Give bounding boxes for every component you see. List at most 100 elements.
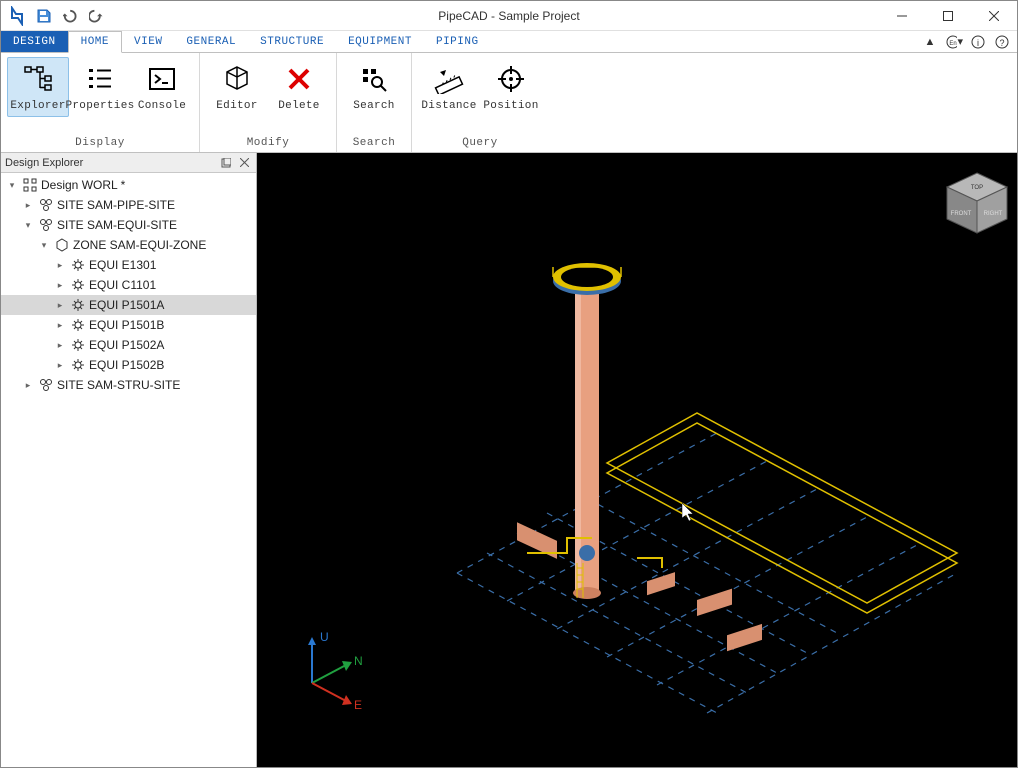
crosshair-icon (494, 62, 528, 96)
search-icon (357, 62, 391, 96)
tree-row-root[interactable]: ▾ Design WORL * (1, 175, 256, 195)
app-icon (7, 5, 29, 27)
svg-text:En: En (949, 41, 956, 47)
tree-label: EQUI P1501A (89, 298, 164, 312)
chevron-down-icon[interactable]: ▾ (21, 218, 35, 232)
tree-label: EQUI C1101 (89, 278, 156, 292)
delete-button[interactable]: Delete (268, 57, 330, 117)
tab-home[interactable]: HOME (68, 31, 122, 53)
explorer-label: Explorer (10, 100, 65, 112)
svg-text:FRONT: FRONT (951, 211, 972, 217)
minimize-button[interactable] (879, 1, 925, 31)
svg-text:E: E (354, 698, 362, 712)
window-controls (879, 1, 1017, 31)
group-query-label: Query (412, 135, 548, 152)
console-button[interactable]: Console (131, 57, 193, 117)
tab-piping[interactable]: PIPING (424, 31, 491, 52)
svg-text:?: ? (999, 38, 1004, 48)
panel-float-icon[interactable] (218, 155, 234, 171)
position-label: Position (483, 100, 538, 112)
svg-text:i: i (977, 38, 979, 48)
zone-icon (54, 237, 70, 253)
chevron-right-icon[interactable]: ▸ (53, 298, 67, 312)
title-bar: PipeCAD - Sample Project (1, 1, 1017, 31)
ribbon-group-modify: Editor Delete Modify (200, 53, 337, 152)
tab-equipment[interactable]: EQUIPMENT (336, 31, 424, 52)
tab-design[interactable]: DESIGN (1, 31, 68, 52)
info-icon[interactable]: i (969, 33, 987, 51)
chevron-right-icon[interactable]: ▸ (53, 318, 67, 332)
cube-icon (220, 62, 254, 96)
chevron-right-icon[interactable]: ▸ (53, 278, 67, 292)
group-display-label: Display (1, 135, 199, 152)
tree-label: EQUI P1502A (89, 338, 164, 352)
save-icon[interactable] (33, 5, 55, 27)
chevron-down-icon[interactable]: ▾ (37, 238, 51, 252)
tree-view[interactable]: ▾ Design WORL * ▸ SITE SAM-PIPE-SITE ▾ S… (1, 173, 256, 767)
console-label: Console (138, 100, 186, 112)
tree-row-equi[interactable]: ▸ EQUI P1501A (1, 295, 256, 315)
svg-text:TOP: TOP (971, 185, 983, 191)
window-title: PipeCAD - Sample Project (438, 9, 579, 23)
chevron-right-icon[interactable]: ▸ (21, 378, 35, 392)
tree-row-equi[interactable]: ▸ EQUI P1502A (1, 335, 256, 355)
properties-button[interactable]: Properties (69, 57, 131, 117)
chevron-right-icon[interactable]: ▸ (53, 258, 67, 272)
distance-label: Distance (421, 100, 476, 112)
tab-structure[interactable]: STRUCTURE (248, 31, 336, 52)
group-modify-label: Modify (200, 135, 336, 152)
tree-row-equi[interactable]: ▸ EQUI C1101 (1, 275, 256, 295)
tree-row-site[interactable]: ▸ SITE SAM-PIPE-SITE (1, 195, 256, 215)
undo-icon[interactable] (59, 5, 81, 27)
close-button[interactable] (971, 1, 1017, 31)
site-icon (38, 217, 54, 233)
tree-row-equi[interactable]: ▸ EQUI P1502B (1, 355, 256, 375)
panel-title: Design Explorer (5, 157, 216, 169)
site-icon (38, 377, 54, 393)
ribbon-tabstrip: DESIGN HOME VIEW GENERAL STRUCTURE EQUIP… (1, 31, 1017, 53)
gear-icon (70, 277, 86, 293)
axis-triad: U N E (308, 630, 363, 712)
tab-general[interactable]: GENERAL (174, 31, 248, 52)
tree-row-site[interactable]: ▾ SITE SAM-EQUI-SITE (1, 215, 256, 235)
distance-button[interactable]: Distance (418, 57, 480, 117)
position-button[interactable]: Position (480, 57, 542, 117)
redo-icon[interactable] (85, 5, 107, 27)
chevron-right-icon[interactable]: ▸ (21, 198, 35, 212)
panel-header: Design Explorer (1, 153, 256, 173)
console-icon (145, 62, 179, 96)
tree-row-site[interactable]: ▸ SITE SAM-STRU-SITE (1, 375, 256, 395)
tree-row-equi[interactable]: ▸ EQUI E1301 (1, 255, 256, 275)
tree-label: SITE SAM-PIPE-SITE (57, 198, 175, 212)
help-icon[interactable]: ? (993, 33, 1011, 51)
maximize-button[interactable] (925, 1, 971, 31)
explorer-button[interactable]: Explorer (7, 57, 69, 117)
gear-icon (70, 357, 86, 373)
editor-button[interactable]: Editor (206, 57, 268, 117)
tree-row-zone[interactable]: ▾ ZONE SAM-EQUI-ZONE (1, 235, 256, 255)
svg-text:RIGHT: RIGHT (984, 211, 1003, 217)
tree-label: SITE SAM-STRU-SITE (57, 378, 180, 392)
chevron-right-icon[interactable]: ▸ (53, 338, 67, 352)
ruler-icon (432, 62, 466, 96)
chevron-down-icon[interactable]: ▾ (5, 178, 19, 192)
chevron-right-icon[interactable]: ▸ (53, 358, 67, 372)
view-cube[interactable]: TOP FRONT RIGHT (947, 173, 1007, 233)
delete-label: Delete (278, 100, 319, 112)
panel-close-icon[interactable] (236, 155, 252, 171)
delete-icon (282, 62, 316, 96)
search-button[interactable]: Search (343, 57, 405, 117)
tree-label: EQUI E1301 (89, 258, 156, 272)
svg-text:N: N (354, 654, 363, 668)
language-icon[interactable]: En▾ (945, 33, 963, 51)
tree-row-equi[interactable]: ▸ EQUI P1501B (1, 315, 256, 335)
collapse-ribbon-icon[interactable]: ▲ (921, 33, 939, 51)
site-icon (38, 197, 54, 213)
tab-view[interactable]: VIEW (122, 31, 174, 52)
tree-label: EQUI P1501B (89, 318, 164, 332)
ribbon: Explorer Properties Console Display Edit… (1, 53, 1017, 153)
tree-label: ZONE SAM-EQUI-ZONE (73, 238, 206, 252)
3d-scene: TOP FRONT RIGHT U N E (257, 153, 1017, 767)
tree-label: Design WORL * (41, 178, 125, 192)
3d-viewport[interactable]: TOP FRONT RIGHT U N E (257, 153, 1017, 767)
